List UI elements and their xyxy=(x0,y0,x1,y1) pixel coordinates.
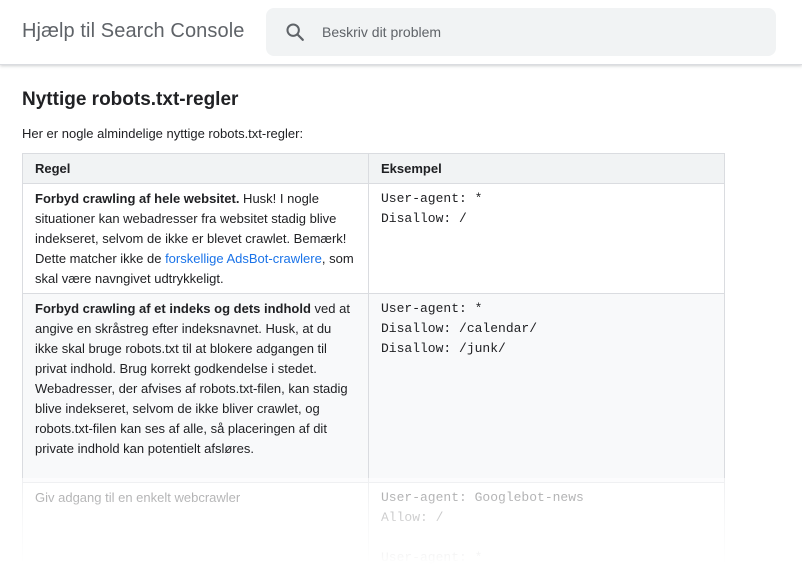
example-cell: User-agent: * Disallow: /calendar/ Disal… xyxy=(368,293,725,483)
rule-description: Giv adgang til en enkelt webcrawler xyxy=(35,490,241,505)
rule-cell: Forbyd crawling af et indeks og dets ind… xyxy=(22,293,369,483)
example-code: User-agent: Googlebot-news Allow: / User… xyxy=(381,490,584,564)
search-input[interactable] xyxy=(322,8,762,56)
table-row: Forbyd crawling af hele websitet. Husk! … xyxy=(22,183,725,294)
intro-text: Her er nogle almindelige nyttige robots.… xyxy=(22,126,304,141)
robots-rules-table: Regel Eksempel Forbyd crawling af hele w… xyxy=(22,153,725,564)
example-cell: User-agent: Googlebot-news Allow: / User… xyxy=(368,482,725,564)
adsbot-crawlers-link[interactable]: forskellige AdsBot-crawlere xyxy=(165,251,322,266)
example-code: User-agent: * Disallow: / xyxy=(381,191,483,226)
search-box[interactable] xyxy=(266,8,776,56)
column-header-example: Eksempel xyxy=(368,153,725,184)
page-title: Nyttige robots.txt-regler xyxy=(22,89,239,110)
table-row: Giv adgang til en enkelt webcrawler User… xyxy=(22,482,725,564)
example-code: User-agent: * Disallow: /calendar/ Disal… xyxy=(381,301,538,356)
example-cell: User-agent: * Disallow: / xyxy=(368,183,725,294)
search-icon[interactable] xyxy=(284,21,306,43)
rule-title: Forbyd crawling af hele websitet. xyxy=(35,191,240,206)
rule-cell: Giv adgang til en enkelt webcrawler xyxy=(22,482,369,564)
table-row: Forbyd crawling af et indeks og dets ind… xyxy=(22,293,725,483)
rule-title: Forbyd crawling af et indeks og dets ind… xyxy=(35,301,311,316)
table-header-row: Regel Eksempel xyxy=(22,153,725,184)
app-header: Hjælp til Search Console xyxy=(0,0,802,65)
rule-description: ved at angive en skråstreg efter indeksn… xyxy=(35,301,350,456)
column-header-rule: Regel xyxy=(22,153,369,184)
article: Nyttige robots.txt-regler Her er nogle a… xyxy=(22,88,782,564)
app-title[interactable]: Hjælp til Search Console xyxy=(22,20,245,43)
rule-cell: Forbyd crawling af hele websitet. Husk! … xyxy=(22,183,369,294)
